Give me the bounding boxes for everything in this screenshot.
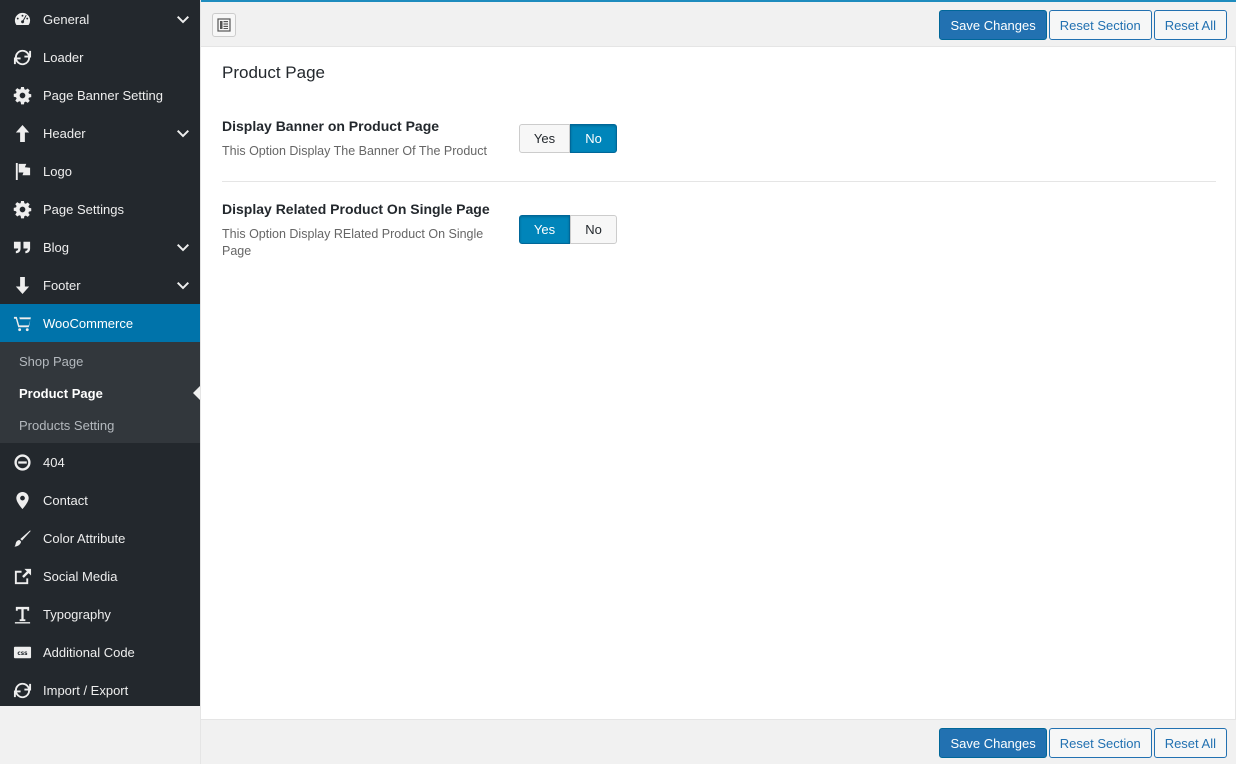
sidebar-item-blog[interactable]: Blog [0,228,200,266]
sidebar-item-general[interactable]: General [0,0,200,38]
options-panel: General Loader Page Banner Setting Heade… [0,0,1236,764]
sidebar-item-header[interactable]: Header [0,114,200,152]
submenu-item-products-setting[interactable]: Products Setting [0,409,200,441]
field-label: Display Related Product On Single Page [222,201,490,217]
dashboard-icon [12,9,32,29]
chevron-down-icon [177,127,189,139]
refresh-icon [12,680,32,700]
location-pin-icon [12,490,32,510]
sidebar-item-404[interactable]: 404 [0,443,200,481]
layout-icon [217,18,231,32]
main-panel: Save Changes Reset Section Reset All Pro… [200,0,1236,764]
sidebar-item-contact[interactable]: Contact [0,481,200,519]
sidebar-item-woocommerce[interactable]: WooCommerce [0,304,200,342]
sidebar-item-label: Header [43,125,86,141]
sidebar-item-label: Logo [43,163,72,179]
sidebar-item-label: Social Media [43,568,118,584]
related-product-yes-option[interactable]: Yes [519,215,570,244]
arrow-down-icon [12,275,32,295]
sidebar-item-label: Color Attribute [43,530,126,546]
banner-no-option[interactable]: No [570,124,617,153]
save-changes-button[interactable]: Save Changes [939,728,1047,758]
css-icon: css [12,642,32,662]
field-divider [222,181,1216,182]
sidebar-item-typography[interactable]: Typography [0,595,200,633]
sidebar-item-label: Additional Code [43,644,135,660]
gear-icon [12,85,32,105]
field-description: This Option Display RElated Product On S… [222,227,484,258]
chevron-down-icon [177,241,189,253]
sidebar-item-logo[interactable]: Logo [0,152,200,190]
submenu-item-label: Product Page [19,385,103,401]
sidebar-item-page-banner-setting[interactable]: Page Banner Setting [0,76,200,114]
submenu-item-label: Shop Page [19,353,84,369]
sidebar-item-additional-code[interactable]: css Additional Code [0,633,200,671]
field-label: Display Banner on Product Page [222,118,440,134]
reset-section-button[interactable]: Reset Section [1048,728,1152,758]
section-title: Product Page [222,63,326,82]
sidebar-item-loader[interactable]: Loader [0,38,200,76]
chevron-down-icon [177,279,189,291]
quote-icon [12,237,32,257]
sidebar-item-footer[interactable]: Footer [0,266,200,304]
flag-icon [12,161,32,181]
bottom-toolbar: Save Changes Reset Section Reset All [201,719,1236,764]
arrow-up-icon [12,123,32,143]
sidebar-item-label: Page Banner Setting [43,87,163,103]
sidebar: General Loader Page Banner Setting Heade… [0,0,200,706]
sidebar-item-social-media[interactable]: Social Media [0,557,200,595]
sidebar-item-label: Contact [43,492,88,508]
top-action-buttons: Save Changes Reset Section Reset All [939,10,1227,40]
field-display-banner: Display Banner on Product Page This Opti… [222,118,1216,160]
sidebar-item-label: Typography [43,606,111,622]
banner-yes-no-switch: Yes No [519,124,617,153]
sidebar-item-page-settings[interactable]: Page Settings [0,190,200,228]
sidebar-item-label: General [43,11,90,27]
top-toolbar: Save Changes Reset Section Reset All [201,2,1236,47]
sidebar-item-label: WooCommerce [43,315,134,331]
minus-circle-icon [12,452,32,472]
sidebar-item-label: Blog [43,239,70,255]
sidebar-item-color-attribute[interactable]: Color Attribute [0,519,200,557]
cart-icon [12,313,32,333]
save-changes-button[interactable]: Save Changes [939,10,1047,40]
reset-all-button[interactable]: Reset All [1153,10,1227,40]
sidebar-item-label: 404 [43,454,65,470]
brush-icon [12,528,32,548]
svg-text:css: css [17,650,28,656]
related-product-no-option[interactable]: No [570,215,617,244]
field-display-related-product: Display Related Product On Single Page T… [222,201,1216,260]
share-icon [12,566,32,586]
expand-options-button[interactable] [212,13,236,37]
sidebar-item-import-export[interactable]: Import / Export [0,671,200,709]
chevron-down-icon [177,13,189,25]
text-icon [12,604,32,624]
reset-section-button[interactable]: Reset Section [1048,10,1152,40]
refresh-icon [12,47,32,67]
bottom-action-buttons: Save Changes Reset Section Reset All [939,728,1227,758]
sidebar-item-label: Page Settings [43,201,124,217]
options-content: Product Page Display Banner on Product P… [201,47,1236,719]
sidebar-item-label: Loader [43,49,84,65]
sidebar-item-label: Import / Export [43,682,129,698]
banner-yes-option[interactable]: Yes [519,124,570,153]
submenu-item-product-page[interactable]: Product Page [0,377,200,409]
sidebar-item-label: Footer [43,277,81,293]
field-description: This Option Display The Banner Of The Pr… [222,144,487,158]
reset-all-button[interactable]: Reset All [1153,728,1227,758]
submenu-item-shop-page[interactable]: Shop Page [0,345,200,377]
gear-icon [12,199,32,219]
submenu-item-label: Products Setting [19,417,115,433]
woocommerce-submenu: Shop Page Product Page Products Setting [0,342,200,443]
related-product-yes-no-switch: Yes No [519,215,617,244]
